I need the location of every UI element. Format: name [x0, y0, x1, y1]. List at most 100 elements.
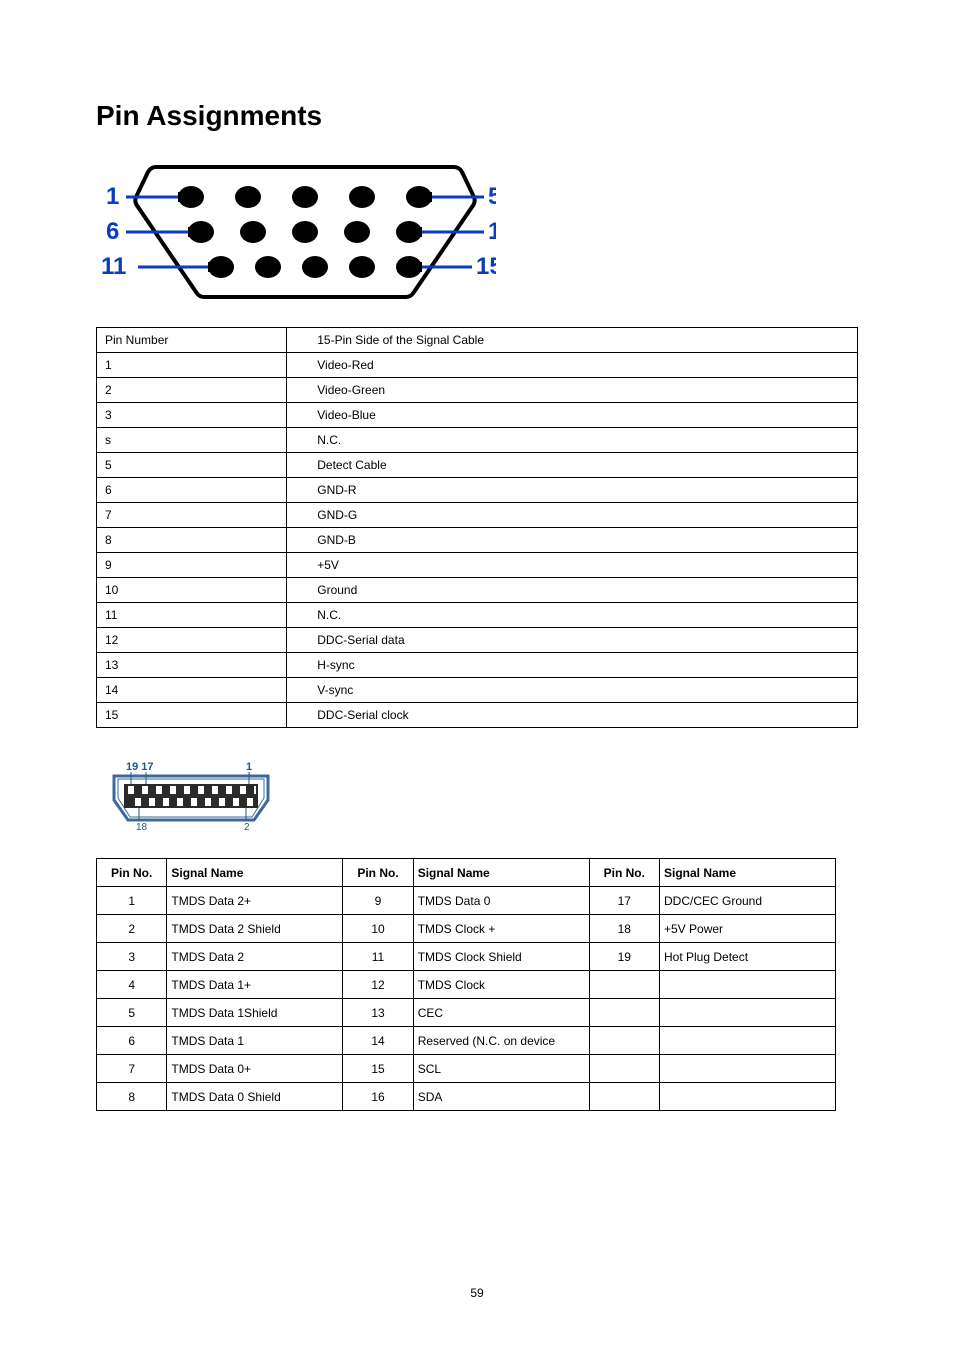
- signal-cell: Ground: [287, 578, 858, 603]
- table-row: 14V-sync: [97, 678, 858, 703]
- hdmi-pin-table: Pin No. Signal Name Pin No. Signal Name …: [96, 858, 836, 1111]
- pin-cell: 6: [97, 1027, 167, 1055]
- signal-cell: TMDS Clock: [413, 971, 589, 999]
- table-header: Signal Name: [660, 859, 836, 887]
- table-row: 6TMDS Data 114Reserved (N.C. on device: [97, 1027, 836, 1055]
- hdmi-label-topright: 1: [246, 761, 252, 773]
- table-row: 12DDC-Serial data: [97, 628, 858, 653]
- pin-cell: 12: [97, 628, 287, 653]
- hdmi-connector-diagram: 19 17 1 18 2: [96, 758, 858, 838]
- page-title: Pin Assignments: [96, 100, 858, 132]
- signal-cell: [660, 999, 836, 1027]
- signal-cell: TMDS Data 2 Shield: [167, 915, 343, 943]
- signal-cell: [660, 1055, 836, 1083]
- signal-cell: DDC/CEC Ground: [660, 887, 836, 915]
- vga-label-11: 11: [101, 253, 126, 280]
- signal-cell: TMDS Data 0+: [167, 1055, 343, 1083]
- hdmi-label-bottomright: 2: [244, 822, 250, 833]
- signal-cell: SCL: [413, 1055, 589, 1083]
- signal-cell: TMDS Data 0 Shield: [167, 1083, 343, 1111]
- table-row: 5TMDS Data 1Shield13CEC: [97, 999, 836, 1027]
- table-row: 11N.C.: [97, 603, 858, 628]
- table-row: 8TMDS Data 0 Shield16SDA: [97, 1083, 836, 1111]
- signal-cell: H-sync: [287, 653, 858, 678]
- table-header: Pin No.: [589, 859, 659, 887]
- signal-cell: TMDS Data 1Shield: [167, 999, 343, 1027]
- signal-cell: TMDS Data 2+: [167, 887, 343, 915]
- vga-label-6: 6: [106, 218, 119, 245]
- signal-cell: SDA: [413, 1083, 589, 1111]
- hdmi-label-topleft: 19 17: [126, 761, 154, 773]
- pin-cell: 9: [343, 887, 413, 915]
- signal-cell: Detect Cable: [287, 453, 858, 478]
- table-row: 5Detect Cable: [97, 453, 858, 478]
- pin-cell: 13: [97, 653, 287, 678]
- table-row: 8GND-B: [97, 528, 858, 553]
- pin-cell: 2: [97, 378, 287, 403]
- pin-cell: 10: [343, 915, 413, 943]
- table-header: Signal Name: [413, 859, 589, 887]
- table-row: 1TMDS Data 2+9TMDS Data 017DDC/CEC Groun…: [97, 887, 836, 915]
- signal-cell: Video-Blue: [287, 403, 858, 428]
- pin-cell: 18: [589, 915, 659, 943]
- signal-cell: N.C.: [287, 603, 858, 628]
- pin-cell: 1: [97, 887, 167, 915]
- table-row: 7GND-G: [97, 503, 858, 528]
- vga-label-10: 10: [488, 218, 496, 245]
- signal-cell: Hot Plug Detect: [660, 943, 836, 971]
- pin-cell: 3: [97, 403, 287, 428]
- pin-cell: 10: [97, 578, 287, 603]
- vga-pin-table: Pin Number 15-Pin Side of the Signal Cab…: [96, 327, 858, 728]
- table-row: 10Ground: [97, 578, 858, 603]
- signal-cell: DDC-Serial data: [287, 628, 858, 653]
- page-number: 59: [0, 1286, 954, 1300]
- signal-cell: TMDS Clock +: [413, 915, 589, 943]
- pin-cell: [589, 1083, 659, 1111]
- table-row: 6GND-R: [97, 478, 858, 503]
- signal-cell: DDC-Serial clock: [287, 703, 858, 728]
- pin-cell: 13: [343, 999, 413, 1027]
- table-header: Signal Name: [167, 859, 343, 887]
- signal-cell: [660, 1027, 836, 1055]
- pin-cell: 16: [343, 1083, 413, 1111]
- pin-cell: 5: [97, 453, 287, 478]
- table-row: 2TMDS Data 2 Shield10TMDS Clock +18+5V P…: [97, 915, 836, 943]
- signal-cell: TMDS Data 0: [413, 887, 589, 915]
- table-row: sN.C.: [97, 428, 858, 453]
- signal-cell: GND-B: [287, 528, 858, 553]
- table-row: 3Video-Blue: [97, 403, 858, 428]
- pin-cell: 9: [97, 553, 287, 578]
- vga-connector-diagram: 1 6 11 5 10 15: [96, 152, 858, 307]
- signal-cell: Video-Green: [287, 378, 858, 403]
- table-row: 2Video-Green: [97, 378, 858, 403]
- pin-cell: 17: [589, 887, 659, 915]
- pin-cell: 4: [97, 971, 167, 999]
- table-row: Pin No. Signal Name Pin No. Signal Name …: [97, 859, 836, 887]
- pin-cell: 15: [97, 703, 287, 728]
- table-row: 1Video-Red: [97, 353, 858, 378]
- pin-cell: 6: [97, 478, 287, 503]
- table-row: 4TMDS Data 1+12TMDS Clock: [97, 971, 836, 999]
- table-header: Pin No.: [343, 859, 413, 887]
- pin-cell: 12: [343, 971, 413, 999]
- pin-cell: 1: [97, 353, 287, 378]
- signal-cell: N.C.: [287, 428, 858, 453]
- pin-cell: 8: [97, 528, 287, 553]
- pin-cell: [589, 971, 659, 999]
- signal-cell: TMDS Data 1+: [167, 971, 343, 999]
- signal-cell: Reserved (N.C. on device: [413, 1027, 589, 1055]
- signal-cell: [660, 971, 836, 999]
- table-row: Pin Number 15-Pin Side of the Signal Cab…: [97, 328, 858, 353]
- pin-cell: s: [97, 428, 287, 453]
- pin-cell: 2: [97, 915, 167, 943]
- signal-cell: GND-R: [287, 478, 858, 503]
- vga-label-5: 5: [488, 183, 496, 210]
- table-row: 13H-sync: [97, 653, 858, 678]
- table-header: Pin No.: [97, 859, 167, 887]
- vga-label-15: 15: [476, 253, 496, 280]
- pin-cell: 19: [589, 943, 659, 971]
- signal-cell: TMDS Clock Shield: [413, 943, 589, 971]
- table-header-pin: Pin Number: [97, 328, 287, 353]
- table-row: 15DDC-Serial clock: [97, 703, 858, 728]
- signal-cell: TMDS Data 2: [167, 943, 343, 971]
